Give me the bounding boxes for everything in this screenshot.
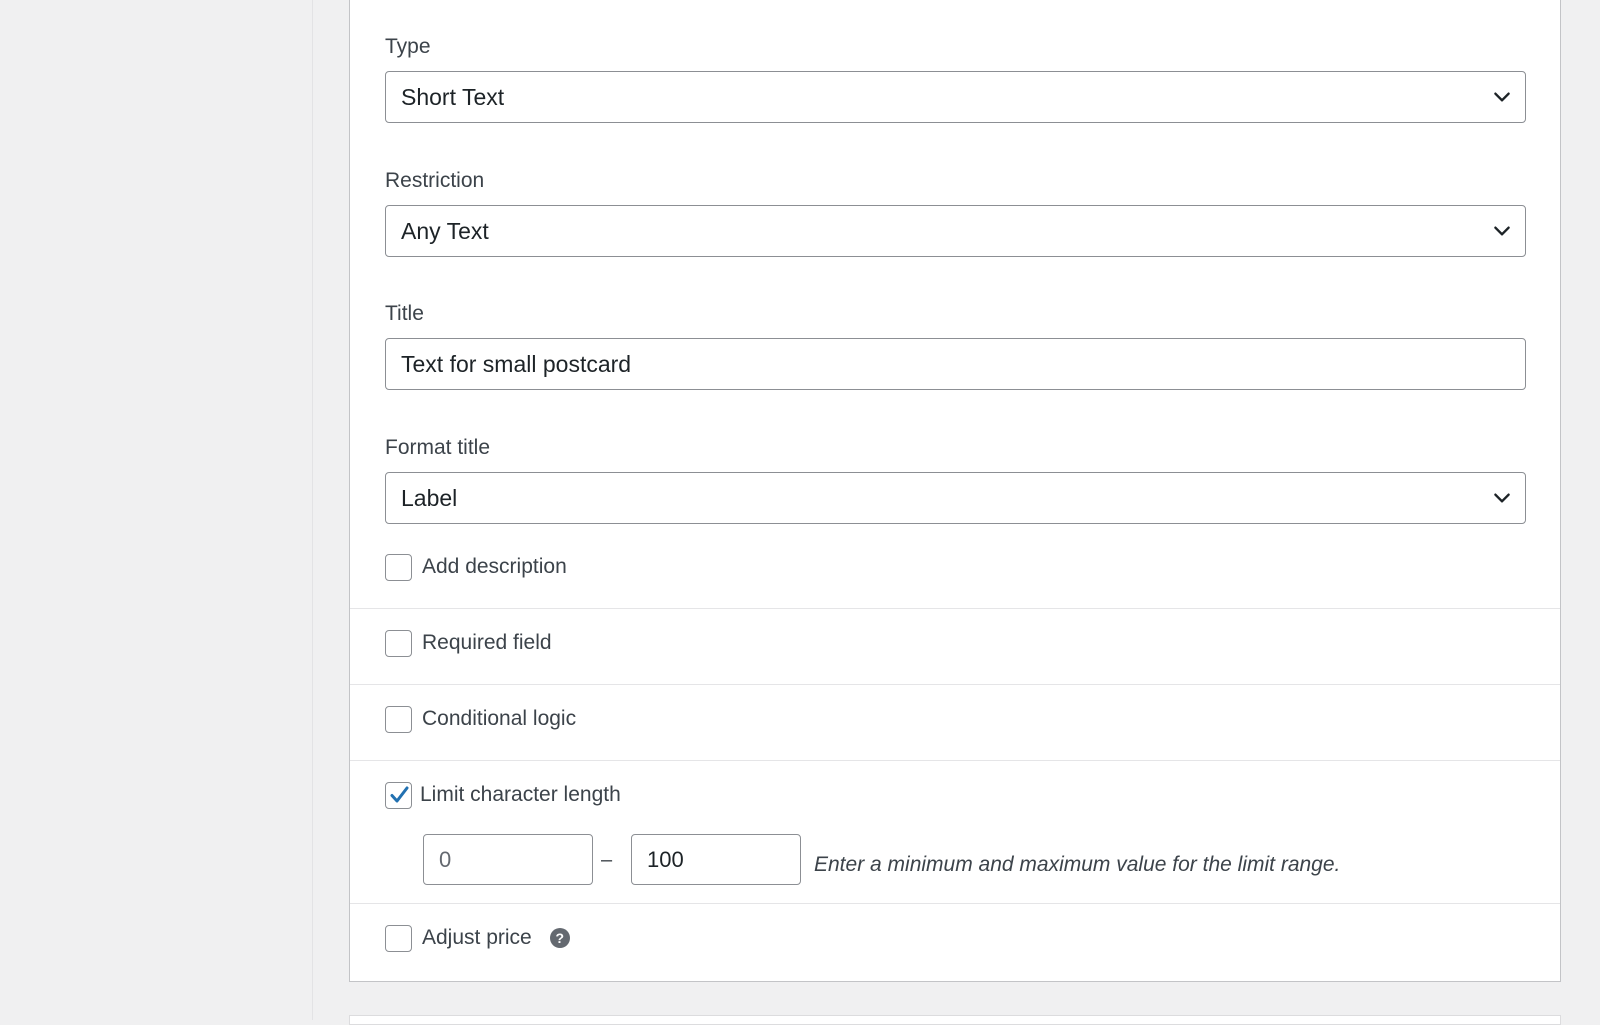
add-description-row[interactable]: Add description bbox=[385, 552, 567, 582]
chevron-down-icon bbox=[1494, 226, 1510, 236]
required-field-label: Required field bbox=[422, 631, 552, 654]
adjust-price-checkbox[interactable] bbox=[385, 924, 412, 952]
field-settings-panel: Type Short Text Restriction Any Text Tit… bbox=[349, 0, 1561, 982]
limit-max-input[interactable]: 100 bbox=[631, 834, 801, 885]
title-input-value: Text for small postcard bbox=[401, 350, 632, 377]
type-label: Type bbox=[385, 35, 431, 58]
divider bbox=[350, 760, 1560, 761]
limit-character-length-checkbox[interactable] bbox=[385, 781, 412, 809]
required-field-checkbox[interactable] bbox=[385, 629, 412, 657]
title-input[interactable]: Text for small postcard bbox=[385, 338, 1526, 390]
limit-character-length-label: Limit character length bbox=[420, 783, 621, 806]
type-select-value: Short Text bbox=[401, 83, 505, 110]
conditional-logic-row[interactable]: Conditional logic bbox=[385, 704, 576, 734]
checkmark-icon bbox=[390, 786, 408, 803]
format-title-select-value: Label bbox=[401, 484, 458, 511]
adjust-price-label: Adjust price bbox=[422, 926, 532, 949]
admin-sidebar-area bbox=[0, 0, 313, 1020]
chevron-down-icon bbox=[1494, 92, 1510, 102]
title-label: Title bbox=[385, 302, 424, 325]
adjust-price-row[interactable]: Adjust price ? bbox=[385, 923, 570, 953]
conditional-logic-label: Conditional logic bbox=[422, 707, 577, 730]
conditional-logic-checkbox[interactable] bbox=[385, 705, 412, 733]
limit-min-input[interactable]: 0 bbox=[423, 834, 593, 885]
required-field-row[interactable]: Required field bbox=[385, 628, 552, 658]
divider bbox=[350, 903, 1560, 904]
add-description-label: Add description bbox=[422, 555, 567, 578]
add-description-checkbox[interactable] bbox=[385, 553, 412, 581]
range-separator: – bbox=[601, 849, 613, 871]
limit-character-length-row[interactable]: Limit character length bbox=[385, 780, 621, 810]
help-icon[interactable]: ? bbox=[549, 928, 570, 948]
divider bbox=[350, 608, 1560, 609]
type-select[interactable]: Short Text bbox=[385, 71, 1526, 123]
chevron-down-icon bbox=[1494, 493, 1510, 503]
next-panel-edge bbox=[349, 1015, 1561, 1025]
restriction-select-value: Any Text bbox=[401, 217, 489, 244]
format-title-select[interactable]: Label bbox=[385, 472, 1526, 524]
format-title-label: Format title bbox=[385, 436, 491, 459]
divider bbox=[350, 684, 1560, 685]
limit-range-hint: Enter a minimum and maximum value for th… bbox=[814, 853, 1341, 876]
restriction-label: Restriction bbox=[385, 169, 485, 192]
limit-min-value: 0 bbox=[439, 846, 452, 872]
restriction-select[interactable]: Any Text bbox=[385, 205, 1526, 257]
limit-max-value: 100 bbox=[647, 846, 684, 872]
